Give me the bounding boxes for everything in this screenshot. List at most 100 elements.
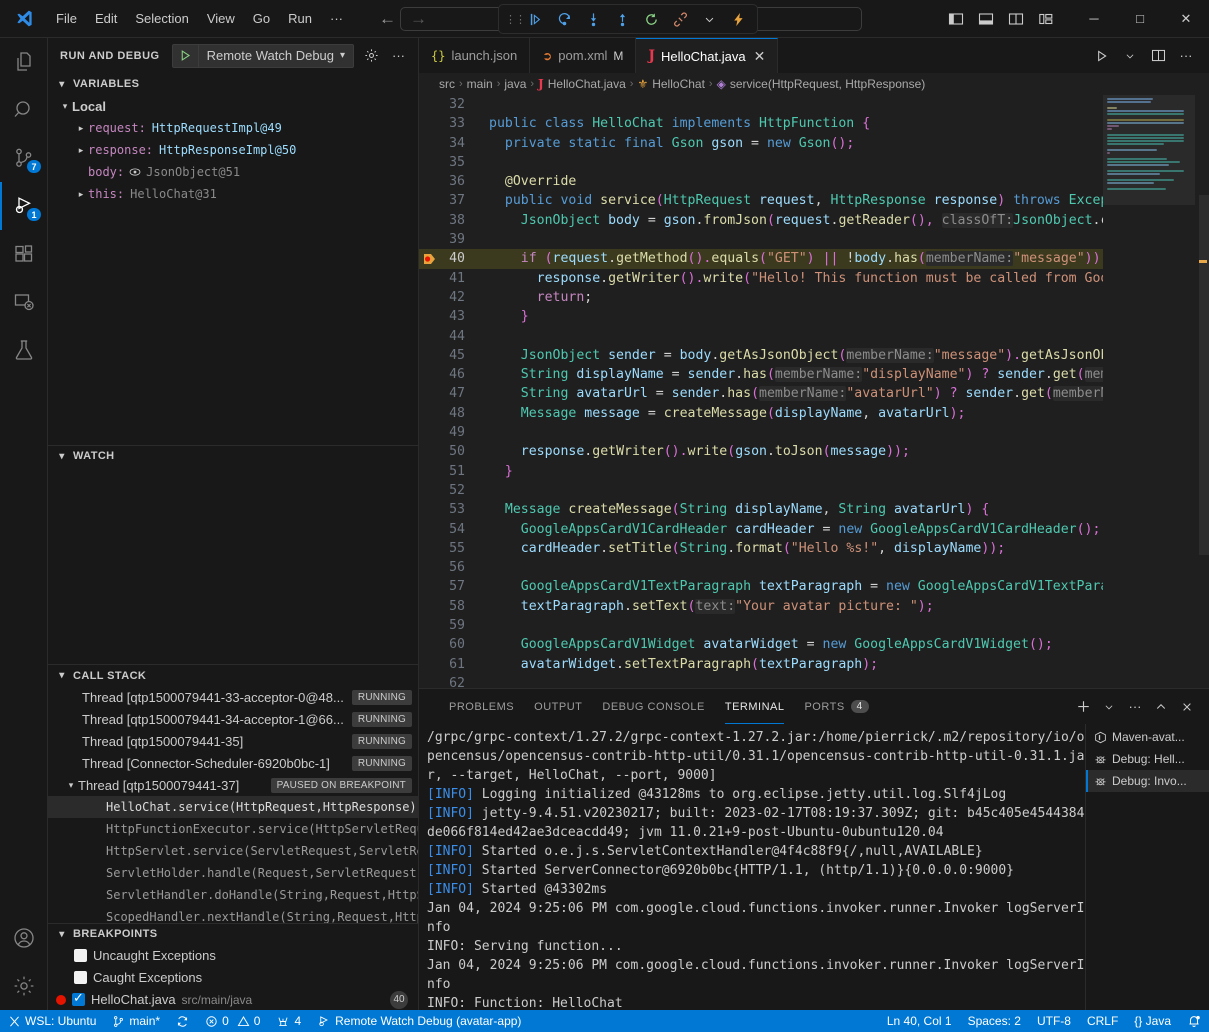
menu-edit[interactable]: Edit [87,8,125,29]
variable-row[interactable]: ▸ response: HttpResponseImpl@50 [48,139,418,161]
status-remote-indicator[interactable]: WSL: Ubuntu [0,1010,104,1032]
panel-more-actions-button[interactable]: ··· [1123,695,1147,719]
code-lines[interactable]: 3233public class HelloChat implements Ht… [419,95,1103,688]
code-line[interactable]: 40 if (request.getMethod().equals("GET")… [419,249,1103,268]
gear-icon[interactable] [362,45,381,67]
code-line[interactable]: 49 [419,423,1103,442]
status-editor-position[interactable]: Ln 40, Col 1 [879,1010,960,1032]
status-ports-forwarded[interactable]: 4 [268,1010,309,1032]
chevron-down-icon[interactable]: ▾ [340,50,353,61]
minimap[interactable] [1103,95,1195,688]
activity-testing[interactable] [0,326,48,374]
tab-ports[interactable]: PORTS 4 [794,689,878,724]
minimize-window-button[interactable]: ─ [1071,0,1117,38]
code-line[interactable]: 46 String displayName = sender.has(membe… [419,365,1103,384]
continue-button[interactable] [522,7,548,31]
activity-extensions[interactable] [0,230,48,278]
code-line[interactable]: 45 JsonObject sender = body.getAsJsonObj… [419,346,1103,365]
breakpoint-checkbox[interactable] [72,993,85,1006]
code-line[interactable]: 57 GoogleAppsCardV1TextParagraph textPar… [419,577,1103,596]
code-line[interactable]: 36 @Override [419,172,1103,191]
breadcrumb-main[interactable]: main [467,77,493,91]
terminal-profile-dropdown[interactable] [1097,695,1121,719]
overview-ruler[interactable] [1195,95,1209,688]
breakpoint-checkbox[interactable] [74,949,87,962]
editor-tab-hellochat-java[interactable]: J HelloChat.java ✕ [636,38,778,73]
breadcrumb-method[interactable]: service(HttpRequest, HttpResponse) [730,77,925,91]
editor-tab-pom-xml[interactable]: ➲ pom.xml M [530,38,636,73]
terminal-list-item[interactable]: Debug: Hell... [1086,748,1209,770]
variable-row[interactable]: ▸ request: HttpRequestImpl@49 [48,117,418,139]
status-editor-encoding[interactable]: UTF-8 [1029,1010,1079,1032]
more-actions-icon[interactable]: ··· [389,45,408,67]
code-line[interactable]: 53 Message createMessage(String displayN… [419,500,1103,519]
breadcrumb-src[interactable]: src [439,77,455,91]
code-line[interactable]: 59 [419,616,1103,635]
code-line[interactable]: 34 private static final Gson gson = new … [419,134,1103,153]
code-line[interactable]: 41 response.getWriter().write("Hello! Th… [419,269,1103,288]
step-out-button[interactable] [609,7,635,31]
menu-view[interactable]: View [199,8,243,29]
chevron-down-icon[interactable]: ▾ [64,780,78,791]
toggle-panel-icon[interactable] [973,6,999,32]
stack-frame-row[interactable]: HelloChat.service(HttpRequest,HttpRespon… [48,796,418,818]
disconnect-button[interactable] [667,7,693,31]
breakpoint-row-file[interactable]: HelloChat.java src/main/java 40 [48,989,418,1010]
thread-row[interactable]: Thread [qtp1500079441-33-acceptor-0@48..… [48,686,418,708]
breadcrumb-class[interactable]: HelloChat [652,77,705,91]
menu-file[interactable]: File [48,8,85,29]
status-sync-changes[interactable] [168,1010,197,1032]
new-terminal-button[interactable] [1071,695,1095,719]
menu-overflow[interactable]: ··· [322,8,351,29]
chevron-right-icon[interactable]: ▸ [74,123,88,134]
variables-scope-local[interactable]: ▾ Local [48,95,418,117]
split-editor-button[interactable] [1145,43,1171,69]
maximize-window-button[interactable]: □ [1117,0,1163,38]
status-notifications[interactable] [1179,1010,1209,1032]
activity-explorer[interactable] [0,38,48,86]
call-stack-section-header[interactable]: ▾ CALL STACK [48,664,418,686]
code-line[interactable]: 58 textParagraph.setText(text:"Your avat… [419,597,1103,616]
code-editor[interactable]: 3233public class HelloChat implements Ht… [419,95,1209,688]
menu-selection[interactable]: Selection [127,8,196,29]
code-line[interactable]: 39 [419,230,1103,249]
breakpoints-section-header[interactable]: ▾ BREAKPOINTS [48,923,418,945]
breadcrumb-java[interactable]: java [504,77,526,91]
toggle-primary-sidebar-icon[interactable] [943,6,969,32]
close-window-button[interactable]: ✕ [1163,0,1209,38]
session-dropdown-button[interactable] [696,7,722,31]
thread-row[interactable]: Thread [Connector-Scheduler-6920b0bc-1] … [48,752,418,774]
editor-more-actions-button[interactable]: ··· [1173,43,1199,69]
stack-frame-row[interactable]: ScopedHandler.nextHandle(String,Request,… [48,906,418,922]
close-icon[interactable]: ✕ [754,48,766,65]
code-line[interactable]: 55 cardHeader.setTitle(String.format("He… [419,539,1103,558]
status-problems[interactable]: 0 0 [197,1010,268,1032]
code-line[interactable]: 51 } [419,462,1103,481]
breakpoint-row-uncaught[interactable]: Uncaught Exceptions [48,945,418,967]
status-debug-session[interactable]: Remote Watch Debug (avatar-app) [309,1010,529,1032]
terminal-list-item[interactable]: Maven-avat... [1086,726,1209,748]
code-line[interactable]: 38 JsonObject body = gson.fromJson(reque… [419,211,1103,230]
play-icon[interactable] [173,45,199,67]
thread-row[interactable]: Thread [qtp1500079441-34-acceptor-1@66..… [48,708,418,730]
run-java-button[interactable] [1089,43,1115,69]
activity-run-and-debug[interactable]: 1 [0,182,48,230]
code-line[interactable]: 37 public void service(HttpRequest reque… [419,191,1103,210]
status-git-branch[interactable]: main* [104,1010,168,1032]
thread-row-paused[interactable]: ▾ Thread [qtp1500079441-37] PAUSED ON BR… [48,774,418,796]
chevron-right-icon[interactable]: ▸ [74,189,88,200]
minimap-slider[interactable] [1103,95,1195,205]
code-line[interactable]: 43 } [419,307,1103,326]
code-line[interactable]: 32 [419,95,1103,114]
status-editor-language[interactable]: {} Java [1126,1010,1179,1032]
stack-frame-row[interactable]: ServletHolder.handle(Request,ServletRequ… [48,862,418,884]
thread-row[interactable]: Thread [qtp1500079441-35] RUNNING [48,730,418,752]
watch-section-header[interactable]: ▾ WATCH [48,445,418,467]
activity-source-control[interactable]: 7 [0,134,48,182]
maximize-panel-button[interactable] [1149,695,1173,719]
drag-handle-icon[interactable]: ⋮⋮ [505,13,519,26]
breakpoint-checkbox[interactable] [74,971,87,984]
code-line[interactable]: 42 return; [419,288,1103,307]
tab-output[interactable]: OUTPUT [524,689,592,724]
arrow-left-icon[interactable]: ← [379,9,396,29]
